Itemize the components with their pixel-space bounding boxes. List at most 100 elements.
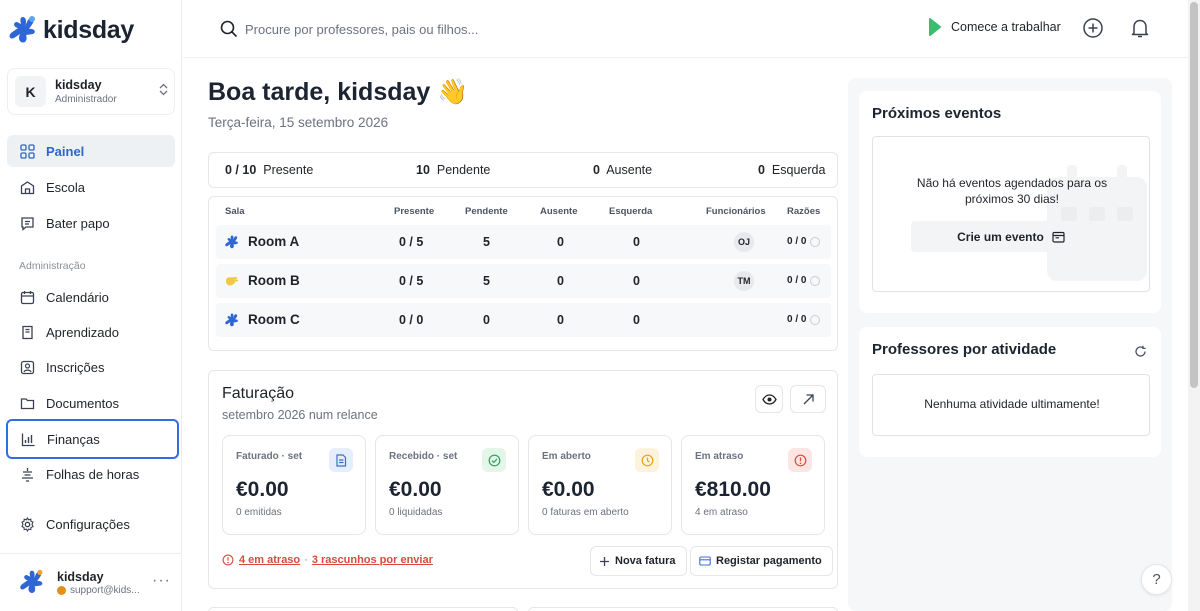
start-work-button[interactable]: Comece a trabalhar [928, 18, 1061, 36]
learning-icon [19, 324, 35, 340]
bottom-card-right [528, 607, 838, 611]
nav-label: Bater papo [46, 215, 110, 231]
summary-absent: 0 Ausente [593, 163, 653, 177]
user-avatar [20, 569, 43, 593]
stat-label: Em aberto [542, 451, 591, 462]
activity-empty-state: Nenhuma atividade ultimamente! [872, 374, 1150, 436]
org-switcher[interactable]: K kidsday Administrador [7, 68, 175, 115]
register-payment-button[interactable]: Registar pagamento [690, 546, 833, 576]
summary-left: 0 Esquerda [758, 163, 826, 177]
stat-note: 4 em atraso [695, 507, 748, 518]
hand-room-icon [226, 277, 239, 286]
absent-cell: 0 [557, 313, 564, 327]
search-input[interactable] [245, 19, 645, 39]
org-role: Administrador [55, 94, 117, 105]
arrow-up-right-icon [803, 393, 814, 404]
nav-item-aprendizado[interactable]: Aprendizado [7, 316, 175, 348]
help-button[interactable]: ? [1141, 564, 1172, 595]
start-work-label: Comece a trabalhar [951, 20, 1061, 34]
new-invoice-button[interactable]: Nova fatura [590, 546, 687, 576]
present-cell: 0 / 5 [399, 235, 424, 249]
column-header: Razões [787, 206, 821, 217]
nav-item-inscricoes[interactable]: Inscrições [7, 351, 175, 383]
room-name[interactable]: Room B [248, 273, 300, 288]
bottom-card-left [208, 607, 518, 611]
activity-empty-message: Nenhuma atividade ultimamente! [924, 397, 1100, 411]
gear-icon [19, 516, 35, 532]
nav-label: Inscrições [46, 359, 105, 375]
nav-label: Calendário [46, 289, 109, 305]
column-header: Funcionários [706, 206, 766, 217]
stat-value: €810.00 [695, 478, 771, 501]
toggle-visibility-button[interactable] [755, 385, 783, 413]
page-scrollbar[interactable] [1188, 0, 1200, 611]
room-name[interactable]: Room A [248, 234, 299, 249]
org-avatar: K [15, 76, 46, 107]
separator: · [304, 554, 308, 566]
staff-avatar[interactable]: TM [734, 271, 754, 291]
search-icon [220, 20, 238, 43]
bell-icon[interactable] [1129, 17, 1151, 39]
stat-note: 0 liquidadas [389, 507, 443, 518]
new-invoice-label: Nova fatura [615, 555, 676, 567]
check-circle-icon [482, 448, 506, 472]
nav-item-bater-papo[interactable]: Bater papo [7, 207, 175, 239]
attendance-summary: 0 / 10 Presente 10 Pendente 0 Ausente 0 … [208, 152, 838, 188]
billing-card: Faturação setembro 2026 num relance Fatu… [208, 370, 838, 589]
nav-label: Finanças [47, 431, 100, 447]
create-event-button[interactable]: Crie um evento [911, 221, 1111, 252]
nav-label: Documentos [46, 395, 119, 411]
open-billing-button[interactable] [790, 385, 826, 413]
staff-avatar[interactable]: OJ [734, 232, 754, 252]
table-row[interactable]: Room C 0 / 0 0 0 0 0 / 0 [216, 303, 831, 337]
sidebar: kidsday K kidsday Administrador Painel E… [0, 0, 182, 611]
nav-item-folhas-de-horas[interactable]: Folhas de horas [7, 458, 175, 490]
user-email: support@kids... [70, 585, 140, 596]
more-options-icon[interactable]: ··· [152, 572, 171, 590]
admin-section-label: Administração [19, 260, 86, 272]
nav-item-financas[interactable]: Finanças [6, 419, 179, 459]
summary-present: 0 / 10 Presente [225, 163, 314, 177]
scrollbar-thumb[interactable] [1190, 2, 1198, 388]
add-circle-icon[interactable] [1082, 17, 1104, 39]
nav-item-calendario[interactable]: Calendário [7, 281, 175, 313]
invoice-icon [329, 448, 353, 472]
nav-label: Folhas de horas [46, 466, 140, 482]
brand-logo[interactable]: kidsday [8, 14, 134, 46]
nav-label: Aprendizado [46, 324, 119, 340]
reason-indicator-icon [810, 236, 821, 247]
org-name: kidsday [55, 78, 102, 92]
calendar-icon [1052, 231, 1065, 243]
nav-item-escola[interactable]: Escola [7, 171, 175, 203]
stat-card-open[interactable]: Em aberto €0.00 0 faturas em aberto [528, 435, 672, 535]
table-row[interactable]: Room A 0 / 5 5 0 0 OJ 0 / 0 [216, 225, 831, 259]
create-event-label: Crie um evento [957, 229, 1044, 244]
table-row[interactable]: Room B 0 / 5 5 0 0 TM 0 / 0 [216, 264, 831, 298]
flag-icon [929, 18, 941, 36]
stat-card-overdue[interactable]: Em atraso €810.00 4 em atraso [681, 435, 825, 535]
column-header: Esquerda [609, 206, 653, 217]
reasons-cell: 0 / 0 [787, 236, 821, 247]
events-empty-message: Não há eventos agendados para os próximo… [916, 176, 1108, 206]
stat-note: 0 faturas em aberto [542, 507, 629, 518]
brand-name: kidsday [43, 15, 135, 44]
nav-item-documentos[interactable]: Documentos [7, 387, 175, 419]
activity-title: Professores por atividade [872, 341, 1057, 358]
nav-item-painel[interactable]: Painel [7, 135, 175, 167]
nav-item-configuracoes[interactable]: Configurações [7, 508, 175, 540]
stat-card-received[interactable]: Recebido · set €0.00 0 liquidadas [375, 435, 519, 535]
absent-cell: 0 [557, 235, 564, 249]
timesheet-icon [19, 466, 35, 482]
status-dot [57, 586, 66, 595]
refresh-icon[interactable] [1134, 345, 1147, 363]
upcoming-events-card: Próximos eventos Não há eventos agendado… [859, 91, 1161, 313]
stat-card-invoiced[interactable]: Faturado · set €0.00 0 emitidas [222, 435, 366, 535]
room-name[interactable]: Room C [248, 312, 300, 327]
absent-cell: 0 [557, 274, 564, 288]
overdue-link[interactable]: 4 em atraso [239, 554, 300, 566]
column-header: Ausente [540, 206, 578, 217]
user-menu[interactable]: kidsday support@kids... ··· [0, 553, 182, 611]
drafts-link[interactable]: 3 rascunhos por enviar [312, 554, 433, 566]
alert-circle-icon [222, 554, 234, 566]
present-cell: 0 / 5 [399, 274, 424, 288]
